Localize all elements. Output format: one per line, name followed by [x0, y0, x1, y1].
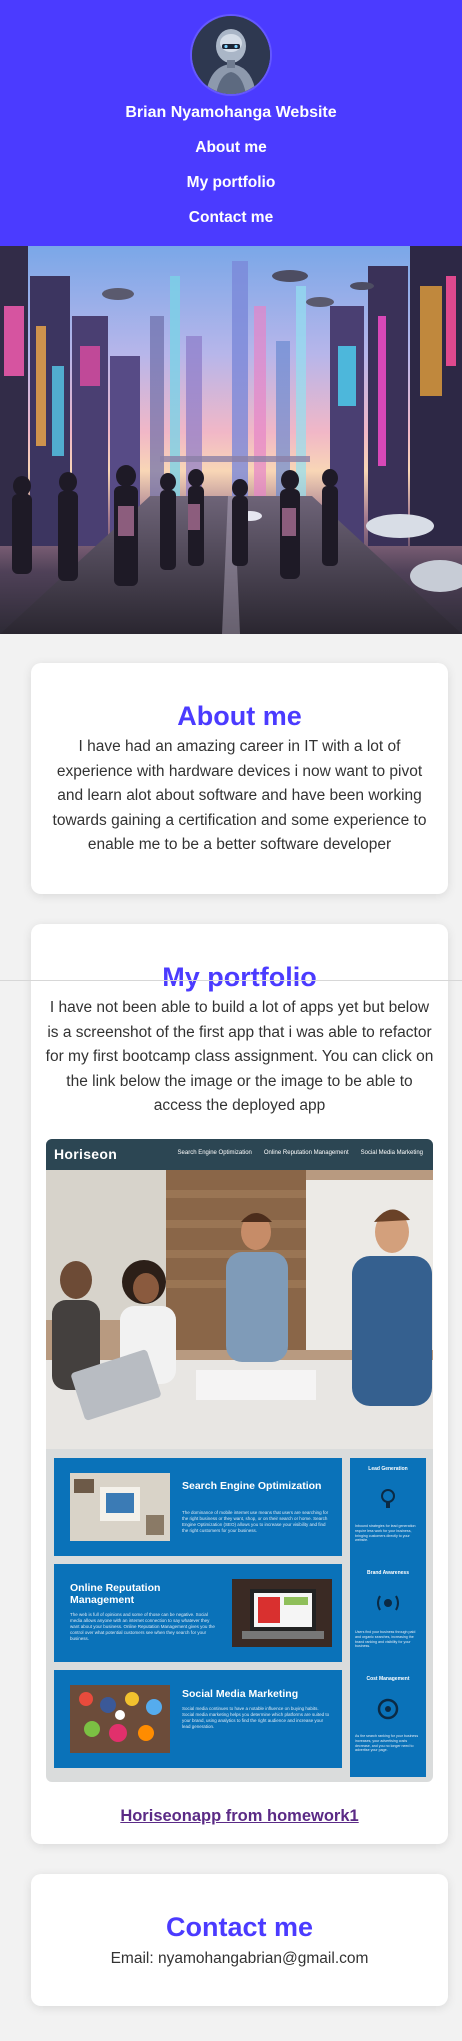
robot-avatar-icon	[192, 16, 270, 94]
avatar	[192, 16, 270, 94]
screenshot-nav-item: Search Engine Optimization	[177, 1150, 252, 1156]
benefit-title: Cost Management	[366, 1676, 410, 1682]
article-title: Search Engine Optimization	[182, 1480, 322, 1492]
contact-heading: Contact me	[165, 1912, 314, 1942]
reputation-laptop-image	[232, 1579, 332, 1647]
horiseon-screenshot-link[interactable]: Horiseon Search Engine Optimization Onli…	[46, 1139, 433, 1782]
benefit-title: Lead Generation	[368, 1466, 408, 1472]
nav-portfolio-link[interactable]: My portfolio	[187, 165, 276, 200]
screenshot-nav-item: Social Media Marketing	[360, 1150, 423, 1156]
divider-line	[0, 980, 462, 981]
cost-management-icon	[377, 1698, 399, 1720]
screenshot-article-orm: Online Reputation Management The web is …	[54, 1564, 342, 1662]
article-title: Social Media Marketing	[182, 1688, 299, 1700]
social-media-image	[70, 1685, 170, 1753]
article-text: The dominance of mobile internet use mea…	[182, 1510, 329, 1533]
contact-email: Email: nyamohangabrian@gmail.com	[110, 1950, 369, 1967]
portfolio-text: I have not been able to build a lot of a…	[45, 999, 434, 1114]
about-section: About me I have had an amazing career in…	[31, 663, 448, 894]
about-heading: About me	[177, 701, 302, 731]
brand-awareness-icon	[377, 1595, 399, 1611]
article-title: Online Reputation Management	[70, 1582, 161, 1606]
contact-section: Contact me Email: nyamohangabrian@gmail.…	[31, 1874, 448, 2006]
lead-generation-icon	[381, 1489, 395, 1508]
benefit-text: Inbound strategies for lead generation r…	[355, 1524, 416, 1543]
site-header: Brian Nyamohanga Website About me My por…	[0, 0, 462, 246]
site-title: Brian Nyamohanga Website	[125, 104, 337, 121]
nav-about-link[interactable]: About me	[195, 130, 266, 165]
nav-contact-link[interactable]: Contact me	[189, 200, 273, 235]
screenshot-header: Horiseon Search Engine Optimization Onli…	[46, 1139, 433, 1170]
screenshot-benefits: Lead Generation Inbound strategies for l…	[350, 1458, 426, 1777]
portfolio-section: My portfolio I have not been able to bui…	[31, 924, 448, 1844]
horiseon-app-link[interactable]: Horiseonapp from homework1	[31, 1807, 448, 1826]
about-text: I have had an amazing career in IT with …	[52, 738, 427, 853]
office-meeting-photo	[46, 1170, 433, 1449]
seo-desk-image	[70, 1473, 170, 1541]
screenshot-hero-image	[46, 1170, 433, 1449]
article-text: Social media continues to have a notable…	[182, 1706, 330, 1729]
benefit-text: As the search ranking for your business …	[355, 1734, 419, 1753]
hero-image	[0, 246, 462, 634]
benefit-title: Brand Awareness	[367, 1570, 409, 1576]
portfolio-heading: My portfolio	[162, 962, 317, 992]
article-text: The web is full of opinions and some of …	[70, 1612, 215, 1641]
screenshot-nav-item: Online Reputation Management	[263, 1150, 349, 1156]
screenshot-article-seo: Search Engine Optimization The dominance…	[54, 1458, 342, 1556]
screenshot-article-smm: Social Media Marketing Social media cont…	[54, 1670, 342, 1768]
futuristic-city-illustration	[0, 246, 462, 634]
benefit-text: Users find your business through paid an…	[355, 1630, 416, 1649]
screenshot-nav: Search Engine Optimization Online Reputa…	[178, 1150, 423, 1156]
screenshot-brand: Horiseon	[54, 1146, 118, 1162]
